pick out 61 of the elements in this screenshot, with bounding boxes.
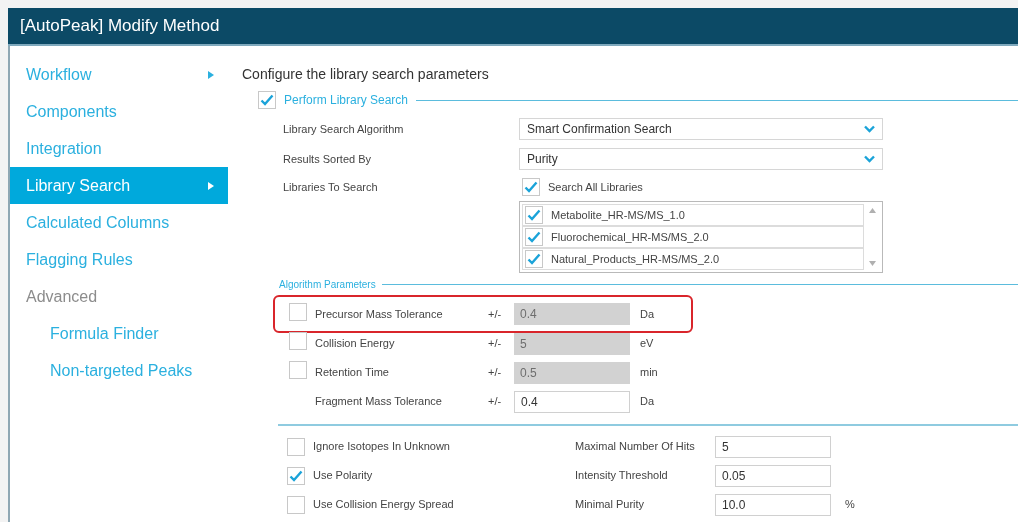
unit-label: eV: [640, 336, 654, 352]
checkmark-icon: [527, 209, 541, 221]
scroll-down-icon: [868, 261, 876, 266]
field-label: Libraries To Search: [283, 180, 379, 195]
checkmark-icon: [289, 469, 303, 482]
parameter-label: Collision Energy: [315, 336, 396, 352]
input-field[interactable]: 10.0: [715, 493, 831, 516]
chevron-down-icon: [864, 155, 875, 163]
library-item[interactable]: Natural_Products_HR-MS/MS_2.0: [522, 248, 864, 270]
field-label: Maximal Number Of Hits: [575, 439, 696, 455]
parameter-label: Precursor Mass Tolerance: [315, 306, 444, 322]
checkbox-label: Use Polarity: [313, 468, 373, 484]
checkbox[interactable]: [525, 250, 543, 268]
sidebar-item[interactable]: Library Search: [10, 167, 228, 204]
sidebar-item[interactable]: Flagging Rules: [10, 241, 228, 278]
input-field[interactable]: 0.4: [514, 390, 630, 413]
plus-minus: +/-: [488, 394, 503, 410]
checkbox[interactable]: [287, 437, 305, 456]
field-label: Results Sorted By: [283, 151, 373, 167]
sidebar-item[interactable]: Components: [10, 93, 228, 130]
checkbox[interactable]: [287, 495, 305, 514]
field-label: Minimal Purity: [575, 497, 646, 513]
checkmark-icon: [260, 94, 274, 106]
checkmark-icon: [527, 231, 541, 243]
checkbox[interactable]: [525, 228, 543, 246]
checkbox[interactable]: [258, 91, 276, 109]
window-title: [AutoPeak] Modify Method: [8, 8, 1018, 46]
sidebar-item[interactable]: Calculated Columns: [10, 204, 228, 241]
sidebar-item[interactable]: Workflow: [10, 56, 228, 93]
scroll-up-icon: [868, 208, 876, 213]
checkbox[interactable]: [525, 206, 543, 224]
plus-minus: +/-: [488, 336, 503, 352]
sidebar-item: Advanced: [25, 286, 99, 307]
parameter-label: Retention Time: [315, 365, 390, 381]
input-field[interactable]: 5: [715, 435, 831, 458]
field-label: Library Search Algorithm: [283, 121, 405, 137]
sidebar-item[interactable]: Integration: [10, 130, 228, 167]
checkbox[interactable]: [287, 466, 305, 485]
input-field[interactable]: 0.05: [715, 464, 831, 487]
unit-label: Da: [640, 394, 655, 410]
checkbox-label: Search All Libraries: [548, 179, 643, 195]
library-item[interactable]: Fluorochemical_HR-MS/MS_2.0: [522, 226, 864, 248]
dropdown[interactable]: Purity: [519, 148, 883, 170]
field-label: Intensity Threshold: [575, 468, 669, 484]
group-title: Algorithm Parameters: [279, 277, 376, 292]
checkmark-icon: [527, 253, 541, 265]
section-heading: Configure the library search parameters: [242, 65, 490, 84]
plus-minus: +/-: [488, 365, 503, 381]
checkbox[interactable]: [522, 178, 540, 196]
checkbox-label: Ignore Isotopes In Unknown: [313, 439, 450, 455]
group-title: Perform Library Search: [284, 92, 409, 109]
unit-label: Da: [640, 306, 655, 322]
plus-minus: +/-: [488, 306, 503, 322]
chevron-down-icon: [864, 125, 875, 133]
checkbox-label: Use Collision Energy Spread: [313, 497, 454, 513]
unit-label: min: [640, 365, 658, 381]
dropdown[interactable]: Smart Confirmation Search: [519, 118, 883, 140]
checkmark-icon: [524, 181, 538, 193]
parameter-label: Fragment Mass Tolerance: [315, 394, 443, 410]
library-item[interactable]: Metabolite_HR-MS/MS_1.0: [522, 204, 864, 226]
unit-label: %: [845, 497, 855, 513]
